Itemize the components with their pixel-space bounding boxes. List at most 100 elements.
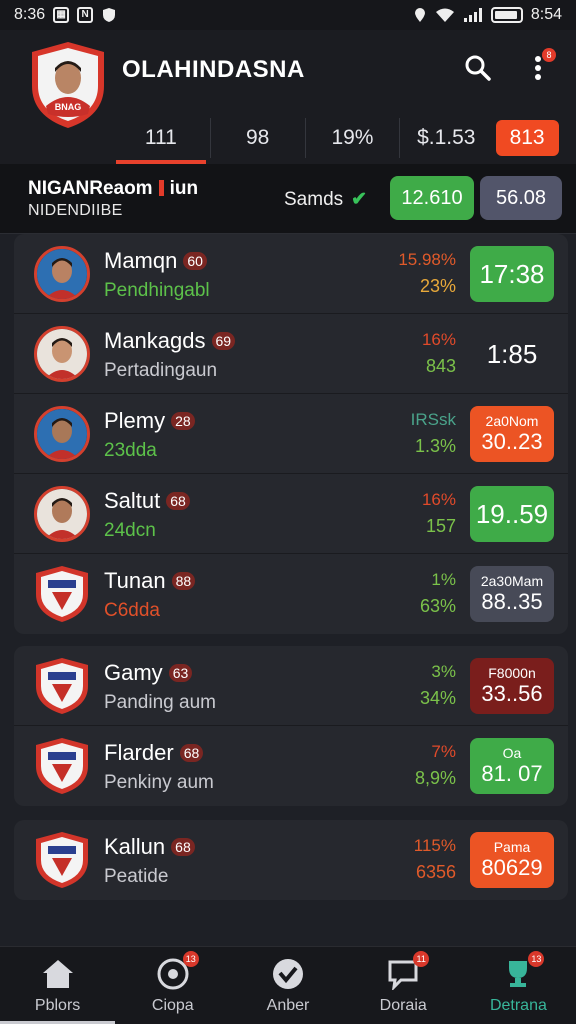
list-item[interactable]: Kallun 68 Peatide 115% 6356 Pama 80629 <box>14 820 568 900</box>
score-value: 80629 <box>481 855 543 880</box>
player-badge: 88 <box>171 572 196 590</box>
score-value: 17:38 <box>479 259 545 289</box>
list-item[interactable]: Flarder 68 Penkiny aum 7% 8,9% Oa 81. 07 <box>14 726 568 806</box>
player-name: Flarder <box>104 740 174 765</box>
score-button[interactable]: 2a30Mam 88..35 <box>470 566 554 622</box>
stat-primary: 15.98% <box>398 250 456 269</box>
nav-item-1[interactable]: Pblors <box>0 947 116 1024</box>
stat-primary: 115% <box>413 836 456 855</box>
summary-status-label: Samds <box>284 188 344 210</box>
player-badge: 68 <box>179 744 204 762</box>
nav-item-2[interactable]: 13 Ciopa <box>115 947 230 1024</box>
nav-item-3[interactable]: Anber <box>230 947 345 1024</box>
status-bar: 8:36 ▦ N 8:54 <box>0 0 576 30</box>
status-time-right: 8:54 <box>530 6 562 23</box>
score-button[interactable]: 17:38 <box>470 246 554 302</box>
team-header: BNAG OLAHINDASNA 8 111 98 19% $.1.53 813 <box>0 30 576 164</box>
player-list: Mamqn 60 Pendhingabl 15.98% 23% 17:38 Mankagds… <box>14 234 568 912</box>
calendar-icon: ▦ <box>53 7 70 23</box>
more-menu-button[interactable]: 8 <box>522 48 556 84</box>
nav-item-4[interactable]: 11 Doraia <box>346 947 461 1024</box>
score-button[interactable]: Pama 80629 <box>470 832 554 888</box>
score-value: 19..59 <box>475 499 549 529</box>
stat-tabs: 111 98 19% $.1.53 813 <box>112 112 562 164</box>
club-crest-icon <box>34 736 90 796</box>
summary-subtitle: NIDENDIIBE <box>28 202 123 219</box>
stat-secondary: 1.3% <box>414 436 456 456</box>
nav-label: Ciopa <box>151 996 194 1014</box>
team-crest[interactable]: BNAG <box>28 40 108 130</box>
player-name-line: Saltut 68 <box>104 488 190 514</box>
stat-secondary: 843 <box>425 356 456 376</box>
score-button[interactable]: 2a0Nom 30..23 <box>470 406 554 462</box>
list-item[interactable]: Plemy 28 23dda IRSsk 1.3% 2a0Nom 30..23 <box>14 394 568 474</box>
player-avatar <box>34 405 90 462</box>
tab-98[interactable]: 98 <box>211 112 305 164</box>
tab-19-percent[interactable]: 19% <box>306 112 400 164</box>
player-status: Panding aum <box>104 692 216 713</box>
player-name: Gamy <box>104 660 163 685</box>
bottom-navigation: Pblors 13 Ciopa Anber 11 Doraia 13 Detrana <box>0 946 576 1024</box>
stat-primary: 7% <box>431 742 456 761</box>
player-name-line: Kallun 68 <box>104 834 195 860</box>
nav-item-5[interactable]: 13 Detrana <box>461 947 576 1024</box>
player-name: Saltut <box>104 488 161 513</box>
menu-badge: 8 <box>542 48 556 62</box>
score-label: 2a0Nom <box>485 413 539 429</box>
player-badge: 60 <box>183 252 207 270</box>
player-name: Plemy <box>104 408 166 433</box>
list-item[interactable]: Mankagds 69 Pertadingaun 16% 843 1:85 <box>14 314 568 394</box>
player-name: Kallun <box>104 834 166 859</box>
summary-status: Samds ✔ <box>284 188 367 211</box>
search-button[interactable] <box>462 52 494 84</box>
score-value: 81. 07 <box>481 761 543 786</box>
tab-111[interactable]: 111 <box>112 112 210 164</box>
club-crest-icon <box>34 564 90 624</box>
stat-primary: 3% <box>431 662 456 681</box>
score-button[interactable]: Oa 81. 07 <box>470 738 554 794</box>
stat-secondary: 63% <box>419 596 456 616</box>
stat-primary: 16% <box>421 490 456 509</box>
club-crest-icon <box>34 656 90 716</box>
player-name-line: Plemy 28 <box>104 408 195 434</box>
score-value: 88..35 <box>481 589 543 614</box>
summary-green-button[interactable]: 12.610 <box>390 176 474 220</box>
player-status: 24dcn <box>104 520 156 541</box>
player-status: Pendhingabl <box>104 280 210 301</box>
stat-secondary: 34% <box>419 688 456 708</box>
list-item[interactable]: Mamqn 60 Pendhingabl 15.98% 23% 17:38 <box>14 234 568 314</box>
summary-title: NIGANReaom iun <box>28 178 198 200</box>
player-status: C6dda <box>104 600 160 621</box>
team-name: OLAHINDASNA <box>122 56 305 83</box>
nav-label: Detrana <box>489 996 547 1014</box>
stat-primary: 1% <box>431 570 456 589</box>
tab-pill-wrap: 813 <box>492 112 562 164</box>
player-status: Penkiny aum <box>104 772 214 793</box>
n-app-icon: N <box>77 7 94 23</box>
nav-badge: 13 <box>182 950 199 967</box>
tab-price[interactable]: $.1.53 <box>400 112 492 164</box>
score-value: 1:85 <box>486 339 538 369</box>
summary-title-a: NIGANReaom <box>28 178 153 199</box>
check-icon: ✔ <box>351 189 368 210</box>
stat-secondary: 23% <box>419 276 456 296</box>
stat-secondary: 8,9% <box>414 768 456 788</box>
score-button[interactable]: 1:85 <box>470 326 554 382</box>
tab-813-pill[interactable]: 813 <box>495 120 559 156</box>
wifi-icon <box>435 7 455 23</box>
player-badge: 68 <box>166 492 190 510</box>
player-name-line: Gamy 63 <box>104 660 193 686</box>
score-button[interactable]: F8000n 33..56 <box>470 658 554 714</box>
match-summary: NIGANReaom iun NIDENDIIBE Samds ✔ 12.610 … <box>0 164 576 234</box>
player-name-line: Tunan 88 <box>104 568 196 594</box>
nav-label: Pblors <box>34 996 81 1014</box>
list-item[interactable]: Tunan 88 C6dda 1% 63% 2a30Mam 88..35 <box>14 554 568 634</box>
nav-label: Anber <box>266 996 310 1014</box>
summary-grey-button[interactable]: 56.08 <box>480 176 562 220</box>
player-name: Mankagds <box>104 328 206 353</box>
stat-primary: IRSsk <box>410 410 456 429</box>
list-group-3: Kallun 68 Peatide 115% 6356 Pama 80629 <box>14 820 568 900</box>
list-item[interactable]: Saltut 68 24dcn 16% 157 19..59 <box>14 474 568 554</box>
score-button[interactable]: 19..59 <box>470 486 554 542</box>
list-item[interactable]: Gamy 63 Panding aum 3% 34% F8000n 33..56 <box>14 646 568 726</box>
